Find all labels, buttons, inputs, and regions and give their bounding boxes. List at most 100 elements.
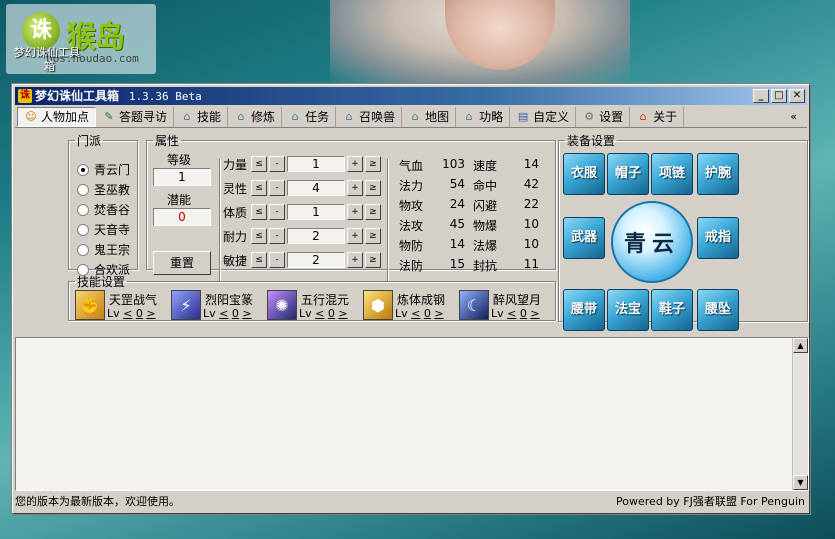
skill-lv-decrease[interactable]: <	[315, 307, 324, 320]
equip-bracer-button[interactable]: 护腕	[697, 153, 739, 195]
title-bar[interactable]: 诛 梦幻诛仙工具箱 1.3.36 Beta _ □ ✕	[15, 87, 807, 105]
stat-value[interactable]: 4	[287, 180, 345, 196]
stat-increment-button[interactable]: +	[347, 228, 363, 244]
stat-decrement-button[interactable]: -	[269, 228, 285, 244]
skill-wuxing[interactable]: ✺ 五行混元 Lv < 0 >	[263, 290, 357, 324]
skill-lv-increase[interactable]: >	[146, 307, 155, 320]
skill-lv-value: 0	[423, 307, 431, 320]
window-version: 1.3.36 Beta	[128, 90, 202, 103]
stat-decrement-button[interactable]: -	[269, 252, 285, 268]
stat-max-button[interactable]: ≥	[365, 156, 381, 172]
derived-value: 45	[449, 217, 465, 231]
skill-level[interactable]: Lv < 0 >	[203, 307, 252, 320]
skill-lv-decrease[interactable]: <	[411, 307, 420, 320]
tab-settings[interactable]: ⚙ 设置	[576, 106, 631, 127]
faction-legend: 门派	[77, 134, 102, 148]
desktop-icon-caption-2[interactable]: 箱	[44, 58, 55, 74]
derived-value: 10	[523, 217, 539, 231]
skill-lv-increase[interactable]: >	[338, 307, 347, 320]
equip-shoes-button[interactable]: 鞋子	[651, 289, 693, 331]
character-panel: 门派 青云门 圣巫教 焚香谷 天音寺 鬼王宗 合欢派 属性 等级 1 潜能 0 …	[15, 129, 808, 337]
equipment-legend: 装备设置	[567, 134, 616, 148]
stat-value[interactable]: 2	[287, 252, 345, 268]
faction-option-qingyun[interactable]: 青云门	[77, 161, 130, 178]
equip-treasure-button[interactable]: 法宝	[607, 289, 649, 331]
stat-min-button[interactable]: ≤	[251, 228, 267, 244]
app-icon[interactable]: 诛	[18, 89, 32, 103]
stat-value[interactable]: 2	[287, 228, 345, 244]
tab-quests[interactable]: ⌂ 任务	[282, 106, 337, 127]
stat-min-button[interactable]: ≤	[251, 204, 267, 220]
skill-lv-decrease[interactable]: <	[507, 307, 516, 320]
derived-value: 54	[449, 177, 465, 191]
tab-about[interactable]: ⌂ 关于	[630, 106, 685, 127]
maximize-button[interactable]: □	[771, 89, 787, 103]
equip-ring-button[interactable]: 戒指	[697, 217, 739, 259]
skill-lv-increase[interactable]: >	[242, 307, 251, 320]
window-title: 梦幻诛仙工具箱	[35, 89, 120, 103]
tab-guide[interactable]: ⌂ 功略	[456, 106, 511, 127]
derived-name: 法力	[399, 179, 424, 193]
skill-lv-increase[interactable]: >	[434, 307, 443, 320]
level-field[interactable]: 1	[153, 168, 211, 186]
faction-label: 焚香谷	[94, 203, 131, 217]
tab-custom[interactable]: ▤ 自定义	[510, 106, 577, 127]
skill-level[interactable]: Lv < 0 >	[107, 307, 156, 320]
tab-cultivation[interactable]: ⌂ 修炼	[228, 106, 283, 127]
stat-increment-button[interactable]: +	[347, 252, 363, 268]
stat-max-button[interactable]: ≥	[365, 180, 381, 196]
house-icon: ⌂	[291, 109, 299, 123]
stat-value[interactable]: 1	[287, 204, 345, 220]
close-button[interactable]: ✕	[789, 89, 805, 103]
skill-level[interactable]: Lv < 0 >	[491, 307, 540, 320]
skill-tiangang[interactable]: ✊ 天罡战气 Lv < 0 >	[71, 290, 165, 324]
stat-decrement-button[interactable]: -	[269, 156, 285, 172]
tab-quiz-search[interactable]: ✎ 答题寻访	[96, 106, 175, 127]
skill-lv-increase[interactable]: >	[530, 307, 539, 320]
skill-zuifeng[interactable]: ☾ 醉风望月 Lv < 0 >	[455, 290, 549, 324]
reset-button[interactable]: 重置	[153, 251, 211, 275]
divider	[387, 159, 389, 283]
stat-value[interactable]: 1	[287, 156, 345, 172]
equip-hat-button[interactable]: 帽子	[607, 153, 649, 195]
equip-necklace-button[interactable]: 项链	[651, 153, 693, 195]
equip-belt-button[interactable]: 腰带	[563, 289, 605, 331]
stat-max-button[interactable]: ≥	[365, 252, 381, 268]
skill-lv-decrease[interactable]: <	[219, 307, 228, 320]
faction-option-fenxiang[interactable]: 焚香谷	[77, 201, 130, 218]
tab-map[interactable]: ⌂ 地图	[402, 106, 457, 127]
tab-summons[interactable]: ⌂ 召唤兽	[336, 106, 403, 127]
skill-lv-value: 0	[327, 307, 335, 320]
minimize-button[interactable]: _	[753, 89, 769, 103]
skill-lv-decrease[interactable]: <	[123, 307, 132, 320]
skill-lv-value: 0	[519, 307, 527, 320]
equip-pendant-button[interactable]: 腰坠	[697, 289, 739, 331]
skill-level[interactable]: Lv < 0 >	[395, 307, 444, 320]
equip-weapon-button[interactable]: 武器	[563, 217, 605, 259]
stat-decrement-button[interactable]: -	[269, 204, 285, 220]
log-scrollbar[interactable]: ▲ ▼	[792, 338, 808, 490]
stat-min-button[interactable]: ≤	[251, 156, 267, 172]
tab-character-points[interactable]: ☺ 人物加点	[17, 106, 97, 127]
tab-skills[interactable]: ⌂ 技能	[174, 106, 229, 127]
stat-max-button[interactable]: ≥	[365, 204, 381, 220]
skill-level[interactable]: Lv < 0 >	[299, 307, 348, 320]
stat-increment-button[interactable]: +	[347, 156, 363, 172]
faction-option-tianyin[interactable]: 天音寺	[77, 221, 130, 238]
log-textarea[interactable]: ▲ ▼	[15, 337, 809, 491]
faction-option-guiwang[interactable]: 鬼王宗	[77, 241, 130, 258]
stat-min-button[interactable]: ≤	[251, 252, 267, 268]
stat-increment-button[interactable]: +	[347, 204, 363, 220]
equip-clothes-button[interactable]: 衣服	[563, 153, 605, 195]
faction-option-shengwu[interactable]: 圣巫教	[77, 181, 130, 198]
stat-min-button[interactable]: ≤	[251, 180, 267, 196]
skill-lv-value: 0	[135, 307, 143, 320]
stat-max-button[interactable]: ≥	[365, 228, 381, 244]
skill-lianti[interactable]: ⬢ 炼体成钢 Lv < 0 >	[359, 290, 453, 324]
toolbar-overflow-button[interactable]: «	[784, 107, 803, 127]
stat-increment-button[interactable]: +	[347, 180, 363, 196]
skill-lieyang[interactable]: ⚡ 烈阳宝篆 Lv < 0 >	[167, 290, 261, 324]
stat-decrement-button[interactable]: -	[269, 180, 285, 196]
scroll-down-icon[interactable]: ▼	[793, 475, 808, 490]
scroll-up-icon[interactable]: ▲	[793, 338, 808, 353]
